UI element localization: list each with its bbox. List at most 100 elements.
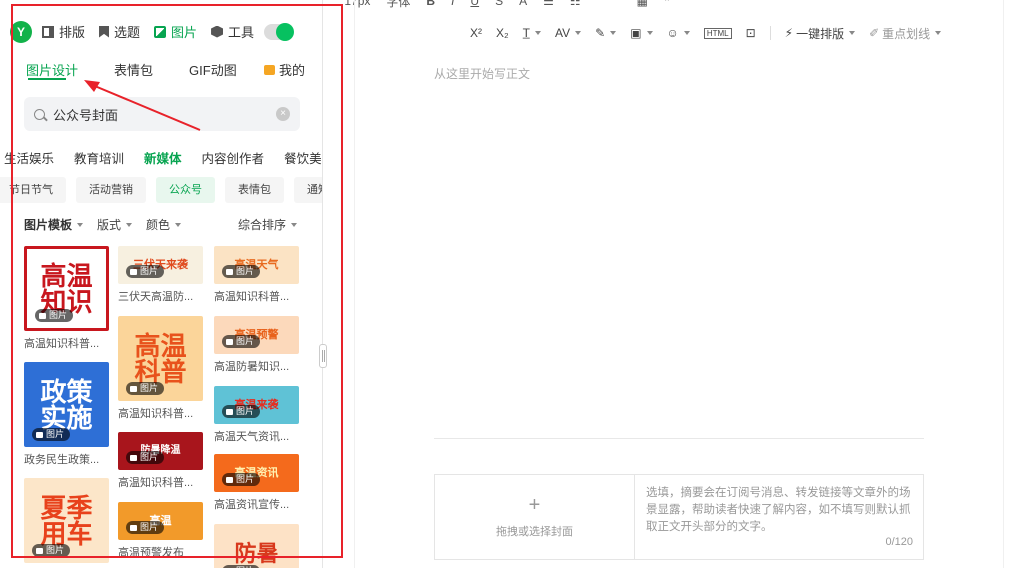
image-badge: 图片 — [222, 265, 261, 278]
template-thumbnail[interactable]: 高温 知识 图片 高温知识科普... — [24, 246, 109, 351]
bookmark-icon — [99, 25, 110, 38]
image-badge: 图片 — [32, 544, 71, 557]
category-tabs: 生活娱乐 教育培训 新媒体 内容创作者 餐饮美 — [0, 148, 322, 168]
image-badge-label: 图片 — [236, 406, 255, 416]
template-art-text: 高温 科普 — [134, 330, 187, 387]
editor-placeholder[interactable]: 从这里开始写正文 — [434, 65, 530, 82]
template-thumbnail[interactable]: 高温天气 图片高温知识科普... — [214, 246, 299, 304]
filter-color[interactable]: 颜色 — [146, 216, 182, 233]
template-thumbnail[interactable]: 高温 科普 图片高温知识科普... — [118, 316, 203, 421]
template-art-text: 政策 实施 — [40, 376, 93, 433]
panel-toggle[interactable] — [264, 23, 294, 41]
filter-layout[interactable]: 版式 — [97, 216, 133, 233]
tab-tools-label: 工具 — [228, 25, 255, 40]
cover-upload-label: 拖拽或选择封面 — [496, 526, 573, 538]
image-badge-label: 图片 — [140, 522, 159, 532]
annotation-arrow — [84, 80, 201, 131]
tab-images[interactable]: 图片 — [154, 22, 197, 41]
template-thumbnail[interactable]: 防暑图片 — [214, 524, 299, 568]
template-image: 三伏天来袭 图片 — [118, 246, 203, 284]
template-thumbnail[interactable]: 三伏天来袭 图片 三伏天高温防... — [118, 246, 203, 304]
layers-icon — [130, 385, 137, 392]
layers-icon — [130, 268, 137, 275]
image-badge-label: 图片 — [49, 310, 68, 320]
template-thumbnail[interactable]: 夏季 用车 图片 — [24, 478, 109, 563]
layers-icon — [226, 338, 233, 345]
tab-tools[interactable]: 工具 — [211, 22, 254, 41]
subtab-stickers[interactable]: 表情包 — [114, 60, 153, 79]
layers-icon — [226, 476, 233, 483]
sort-select[interactable]: 综合排序 — [238, 216, 298, 233]
template-thumbnail[interactable]: 高温资讯 图片 高温资讯宣传... — [214, 454, 299, 512]
tab-layout-label: 排版 — [59, 25, 86, 40]
plus-icon: + — [528, 494, 541, 516]
collapse-handle[interactable] — [319, 344, 327, 368]
editor-divider — [434, 438, 924, 439]
layers-icon — [36, 431, 43, 438]
tab-topics[interactable]: 选题 — [99, 22, 140, 41]
layers-icon — [226, 408, 233, 415]
subtab-gif[interactable]: GIF动图 — [189, 60, 237, 79]
layers-icon — [130, 524, 137, 531]
template-caption: 高温天气资讯... — [214, 431, 290, 443]
template-image: 防暑降温 图片 — [118, 432, 203, 470]
category-tab[interactable]: 餐饮美 — [284, 148, 322, 167]
tag-chip[interactable]: 表情包 — [225, 177, 284, 203]
filter-color-label: 颜色 — [146, 218, 171, 232]
template-grid: 高温 知识 图片 高温知识科普... 三伏天来袭 图片 三伏天高温防... 高温天气 图片 高温… — [0, 240, 322, 568]
template-caption: 高温知识科普... — [118, 408, 194, 420]
image-badge-label: 图片 — [236, 266, 255, 276]
layers-icon — [36, 547, 43, 554]
category-tab[interactable]: 新媒体 — [144, 148, 182, 167]
image-badge-label: 图片 — [140, 266, 159, 276]
image-badge-label: 图片 — [140, 383, 159, 393]
summary-field[interactable]: 选填，摘要会在订阅号消息、转发链接等文章外的场景显露，帮助读者快速了解内容，如不… — [634, 474, 924, 560]
bag-icon — [264, 64, 275, 75]
template-image: 高温来袭 图片 — [214, 386, 299, 424]
template-thumbnail[interactable]: 高温预警 图片 高温防暑知识... — [214, 316, 299, 374]
cover-upload[interactable]: + 拖拽或选择封面 — [434, 474, 635, 560]
template-image: 高温天气 图片 — [214, 246, 299, 284]
template-caption: 政务民生政策... — [24, 454, 100, 466]
template-caption: 高温预警发布 — [118, 547, 184, 559]
summary-counter: 0/120 — [885, 536, 913, 548]
template-caption: 高温知识科普... — [214, 291, 290, 303]
clear-icon[interactable]: × — [276, 107, 290, 121]
tag-chips: 节日节气活动营销公众号表情包通知公告 — [0, 177, 322, 203]
template-caption: 高温防暑知识... — [214, 361, 290, 373]
subtab-mine-label: 我的 — [279, 63, 306, 78]
image-icon — [154, 25, 167, 38]
sort-label: 综合排序 — [238, 218, 287, 232]
search-icon — [34, 108, 45, 120]
template-art-text: 夏季 用车 — [40, 492, 93, 549]
template-image: 政策 实施 图片 — [24, 362, 109, 447]
category-tab[interactable]: 生活娱乐 — [4, 148, 54, 167]
template-image: 高温 图片 — [118, 502, 203, 540]
template-thumbnail[interactable]: 高温来袭 图片高温天气资讯... — [214, 386, 299, 444]
template-art-text: 防暑 — [234, 541, 279, 566]
tag-chip[interactable]: 节日节气 — [0, 177, 66, 203]
template-thumbnail[interactable]: 高温 图片高温预警发布 — [118, 502, 203, 560]
subtab-image-design[interactable]: 图片设计 — [26, 60, 78, 79]
template-image: 防暑图片 — [214, 524, 299, 568]
tag-chip[interactable]: 通知公告 — [294, 177, 322, 203]
template-caption: 高温知识科普... — [24, 338, 100, 350]
layers-icon — [130, 454, 137, 461]
image-badge-label: 图片 — [236, 474, 255, 484]
category-tab[interactable]: 内容创作者 — [202, 148, 265, 167]
subtab-mine[interactable]: 我的 — [264, 60, 305, 79]
image-badge: 图片 — [35, 309, 74, 322]
layout-icon — [42, 25, 54, 38]
template-thumbnail[interactable]: 政策 实施 图片政务民生政策... — [24, 362, 109, 467]
layers-icon — [226, 268, 233, 275]
template-image: 高温资讯 图片 — [214, 454, 299, 492]
tab-layout[interactable]: 排版 — [42, 22, 85, 41]
filter-template[interactable]: 图片模板 — [24, 216, 84, 233]
image-badge: 图片 — [222, 473, 261, 486]
template-image: 夏季 用车 图片 — [24, 478, 109, 563]
category-tab[interactable]: 教育培训 — [74, 148, 124, 167]
template-thumbnail[interactable]: 防暑降温 图片 高温知识科普... — [118, 432, 203, 490]
tag-chip[interactable]: 公众号 — [156, 177, 215, 203]
image-badge: 图片 — [222, 335, 261, 348]
tag-chip[interactable]: 活动营销 — [76, 177, 146, 203]
